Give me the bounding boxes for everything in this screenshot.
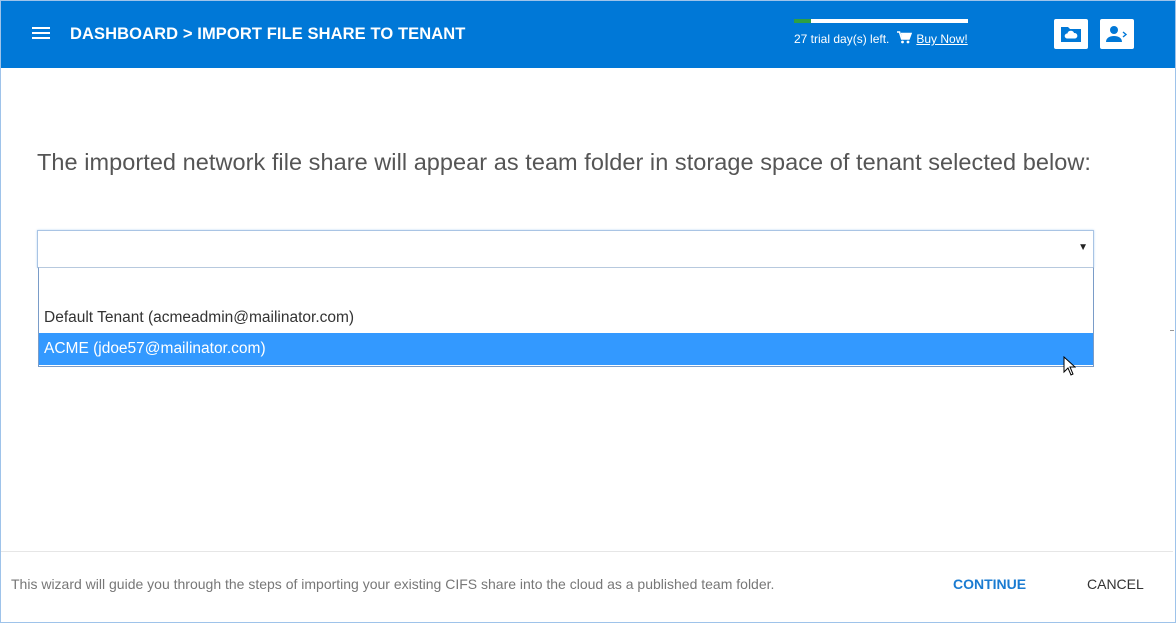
scroll-edge-mark (1170, 330, 1174, 331)
user-switch-button[interactable] (1100, 19, 1134, 49)
mouse-pointer-icon (1063, 355, 1077, 381)
tenant-option-empty[interactable] (39, 270, 1093, 302)
continue-button[interactable]: CONTINUE (953, 576, 1026, 592)
wizard-footer: This wizard will guide you through the s… (1, 551, 1173, 622)
user-switch-icon (1106, 26, 1128, 42)
menu-icon[interactable] (32, 27, 50, 41)
wizard-description: This wizard will guide you through the s… (11, 576, 775, 592)
cloud-folder-button[interactable] (1054, 19, 1088, 49)
tenant-prompt: The imported network file share will app… (37, 149, 1091, 175)
cloud-folder-icon (1061, 27, 1081, 42)
trial-days-text: 27 trial day(s) left. (794, 32, 890, 46)
dropdown-arrow-icon: ▼ (1078, 242, 1088, 253)
trial-info: 27 trial day(s) left. Buy Now! (794, 31, 968, 47)
top-bar: DASHBOARD > IMPORT FILE SHARE TO TENANT … (1, 1, 1175, 68)
cart-icon (897, 31, 913, 47)
tenant-dropdown-list: Default Tenant (acmeadmin@mailinator.com… (38, 267, 1094, 367)
trial-progress-bar (794, 19, 968, 23)
tenant-option-acme[interactable]: ACME (jdoe57@mailinator.com) (39, 333, 1093, 365)
trial-progress-fill (794, 19, 812, 23)
page-title: DASHBOARD > IMPORT FILE SHARE TO TENANT (70, 25, 466, 43)
tenant-select[interactable]: ▼ (37, 230, 1094, 268)
tenant-option-default[interactable]: Default Tenant (acmeadmin@mailinator.com… (39, 302, 1093, 334)
buy-now-link[interactable]: Buy Now! (916, 32, 967, 46)
cancel-button[interactable]: CANCEL (1087, 576, 1144, 592)
